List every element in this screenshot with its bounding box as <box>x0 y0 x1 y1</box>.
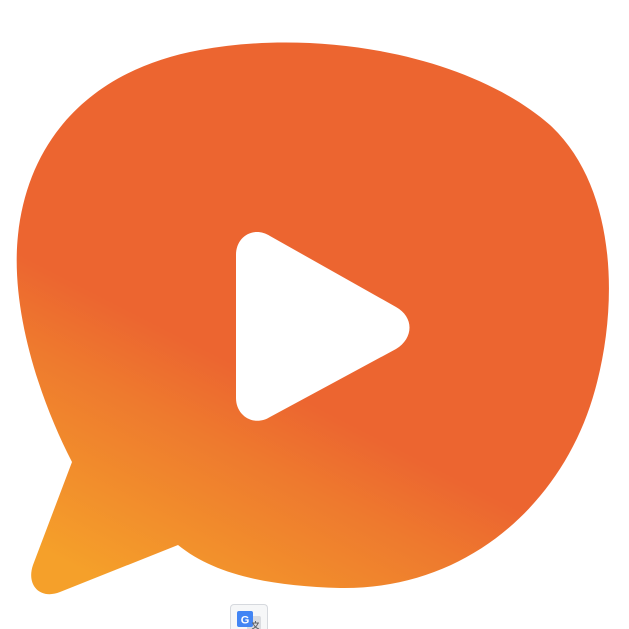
svg-text:G: G <box>241 615 250 627</box>
app-canvas: G <box>0 0 629 629</box>
chat-bubble-play-icon <box>16 42 609 595</box>
google-translate-icon: G <box>237 611 261 629</box>
google-translate-button[interactable]: G <box>230 604 268 629</box>
